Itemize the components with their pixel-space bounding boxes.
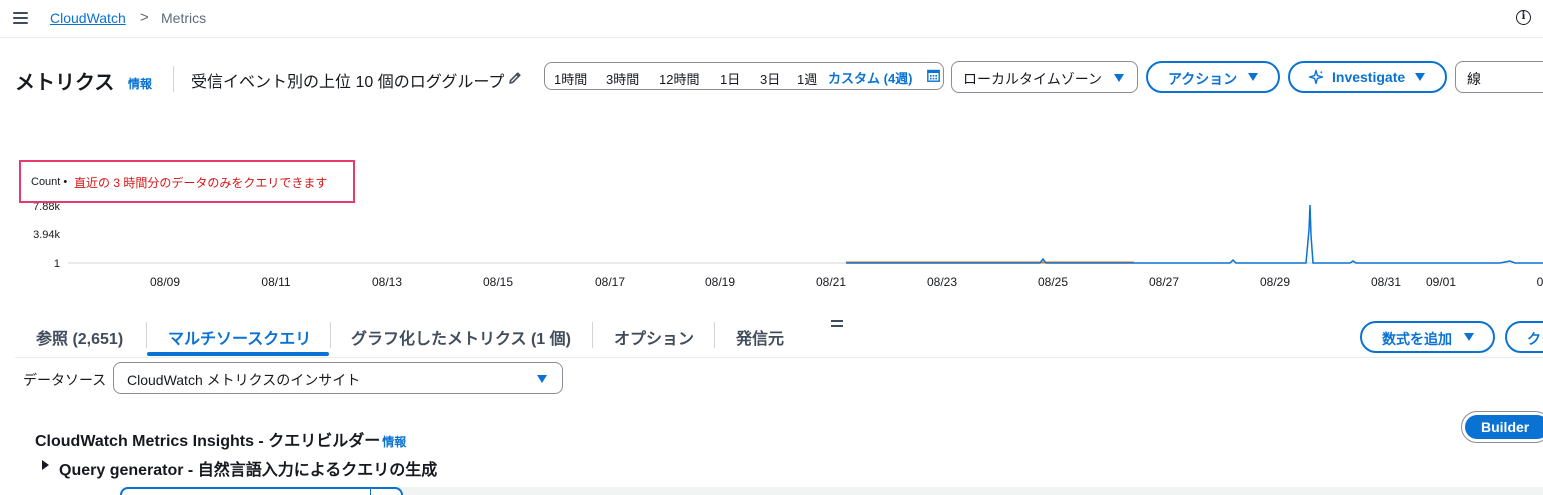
- x-tick-label: 08/23: [927, 275, 957, 289]
- graph-title: 受信イベント別の上位 10 個のロググループ: [191, 74, 505, 91]
- timezone-value: ローカルタイムゾーン: [963, 71, 1103, 87]
- pencil-icon[interactable]: [507, 70, 523, 86]
- range-3h[interactable]: 3時間: [606, 69, 639, 88]
- active-tab-indicator: [147, 352, 329, 356]
- tab-divider: [146, 322, 147, 348]
- builder-title: CloudWatch Metrics Insights - クエリビルダー 情報: [35, 427, 406, 451]
- range-1w[interactable]: 1週: [797, 69, 817, 88]
- add-math-button[interactable]: 数式を追加: [1360, 321, 1495, 353]
- page-title: メトリクス: [15, 72, 115, 94]
- chart-type-value: 線: [1467, 71, 1481, 87]
- tab-source[interactable]: 発信元: [736, 325, 784, 349]
- builder-mode-button[interactable]: Builder: [1465, 415, 1543, 439]
- chevron-down-icon: [537, 375, 547, 383]
- tabs-bottom-border: [15, 357, 1543, 358]
- range-12h[interactable]: 12時間: [659, 69, 699, 88]
- chart-type-select[interactable]: 線: [1455, 61, 1543, 93]
- range-custom[interactable]: カスタム (4週): [828, 68, 913, 87]
- chevron-down-icon: [1248, 73, 1258, 81]
- notice-metric-name: Count •: [31, 176, 68, 188]
- builder-info-link[interactable]: 情報: [382, 435, 406, 449]
- top-navigation: CloudWatch > Metrics i: [0, 0, 1543, 38]
- x-tick-label: 08/13: [372, 275, 402, 289]
- chevron-down-icon: [1415, 73, 1425, 81]
- query-limit-notice: Count • 直近の 3 時間分のデータのみをクエリできます: [19, 160, 355, 203]
- series-line-blue: [846, 204, 1543, 264]
- breadcrumb-cloudwatch[interactable]: CloudWatch: [50, 10, 126, 26]
- namespace-field[interactable]: [120, 487, 403, 495]
- actions-label: アクション: [1168, 71, 1238, 87]
- breadcrumb-separator-icon: >: [140, 9, 149, 26]
- sparkle-icon: [1308, 69, 1324, 85]
- time-range-selector: 1時間 3時間 12時間 1日 3日 1週 カスタム (4週): [544, 62, 944, 90]
- x-tick-label: 08/27: [1149, 275, 1179, 289]
- x-tick-label: 09/01: [1426, 275, 1456, 289]
- tab-divider: [330, 322, 331, 348]
- range-3d[interactable]: 3日: [760, 69, 780, 88]
- tab-browse[interactable]: 参照 (2,651): [36, 325, 123, 349]
- x-tick-label: 08/09: [150, 275, 180, 289]
- query-button-label: ク: [1527, 331, 1541, 347]
- title-info-link[interactable]: 情報: [128, 75, 152, 92]
- y-tick-label: 3.94k: [33, 229, 60, 241]
- x-tick-label: 08/17: [595, 275, 625, 289]
- field-divider: [370, 489, 371, 495]
- x-tick-label: 08/15: [483, 275, 513, 289]
- tab-graphed-metrics[interactable]: グラフ化したメトリクス (1 個): [351, 325, 571, 349]
- timezone-select[interactable]: ローカルタイムゾーン: [951, 61, 1138, 93]
- investigate-label: Investigate: [1332, 69, 1406, 85]
- tab-options[interactable]: オプション: [614, 325, 694, 349]
- datasource-select[interactable]: CloudWatch メトリクスのインサイト: [113, 362, 563, 394]
- range-1d[interactable]: 1日: [720, 69, 740, 88]
- x-axis: 08/09 08/11 08/13 08/15 08/17 08/19 08/21 08/23…: [150, 275, 1543, 289]
- chevron-down-icon: [1464, 333, 1474, 341]
- y-tick-label: 1: [54, 258, 60, 270]
- tab-divider: [714, 322, 715, 348]
- resize-handle-icon[interactable]: [831, 320, 843, 328]
- caret-right-icon[interactable]: [42, 460, 49, 470]
- x-tick-label: 08/29: [1260, 275, 1290, 289]
- x-tick-label: 08/19: [705, 275, 735, 289]
- menu-icon[interactable]: [13, 12, 28, 24]
- datasource-label: データソース: [23, 372, 107, 388]
- tab-divider: [592, 322, 593, 348]
- x-tick-label: 08/25: [1038, 275, 1068, 289]
- range-1h[interactable]: 1時間: [554, 69, 587, 88]
- x-tick-label: 08/21: [816, 275, 846, 289]
- x-tick-label: 0: [1537, 275, 1543, 289]
- datasource-value: CloudWatch メトリクスのインサイト: [127, 372, 361, 388]
- x-tick-label: 08/31: [1371, 275, 1401, 289]
- info-icon[interactable]: i: [1516, 10, 1531, 25]
- header-divider: [173, 66, 174, 92]
- chevron-down-icon: [1114, 74, 1124, 82]
- notice-message: 直近の 3 時間分のデータのみをクエリできます: [74, 176, 328, 190]
- metrics-line-chart: 7.88k 3.94k 1 08/09 08/11 08/13 08/15 08/17 0…: [33, 201, 1543, 289]
- query-button[interactable]: ク: [1505, 321, 1543, 353]
- breadcrumb-metrics: Metrics: [161, 10, 207, 26]
- investigate-button[interactable]: Investigate: [1288, 61, 1447, 93]
- builder-title-text: CloudWatch Metrics Insights - クエリビルダー: [35, 433, 381, 450]
- actions-button[interactable]: アクション: [1146, 61, 1280, 93]
- query-generator-expander[interactable]: Query generator - 自然言語入力によるクエリの生成: [59, 456, 437, 480]
- calendar-icon[interactable]: [927, 69, 940, 82]
- add-math-label: 数式を追加: [1382, 331, 1452, 347]
- x-tick-label: 08/11: [261, 275, 290, 289]
- tab-multi-source-query[interactable]: マルチソースクエリ: [168, 325, 311, 349]
- editor-mode-toggle: Builder: [1461, 411, 1543, 443]
